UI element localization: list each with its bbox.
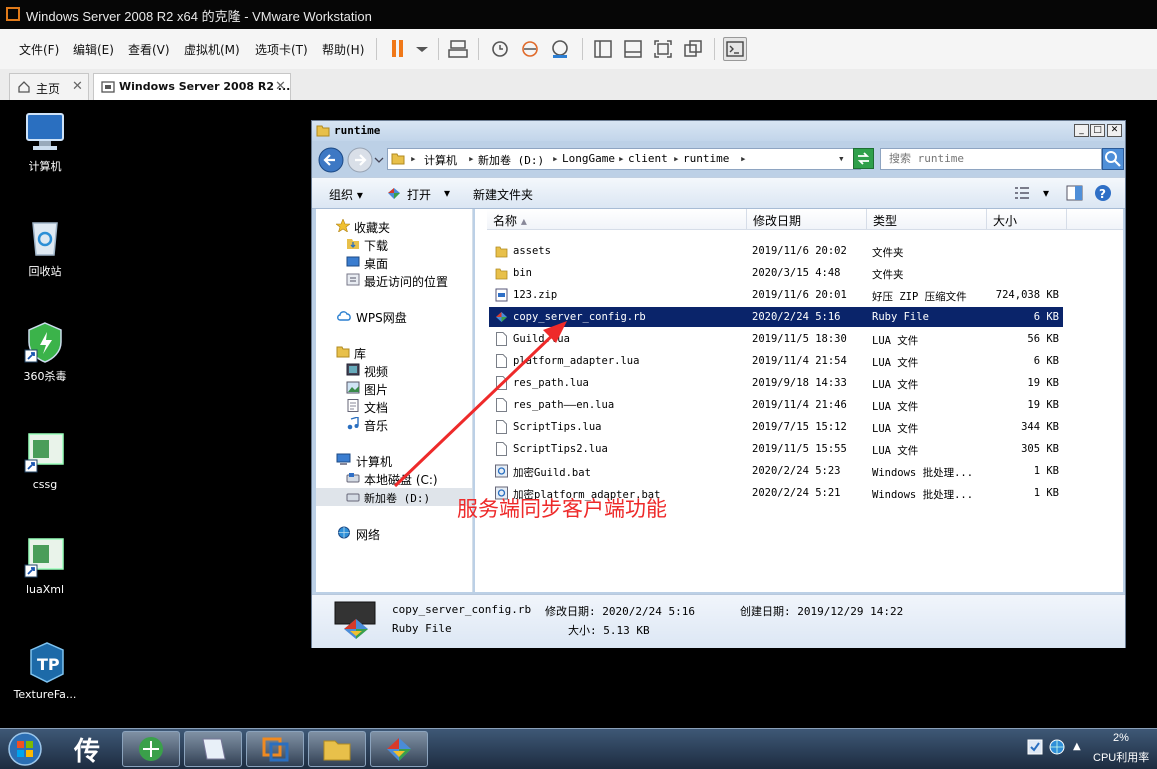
annotation-arrow [393, 321, 567, 488]
ime-indicator[interactable]: 传 [74, 731, 100, 768]
start-button-icon[interactable] [5, 731, 45, 767]
taskbar-ruby[interactable] [370, 731, 428, 767]
taskbar-notepad[interactable] [184, 731, 242, 767]
network-icon[interactable] [1049, 739, 1065, 755]
action-center-icon[interactable] [1027, 739, 1043, 755]
chevron-up-icon[interactable]: ▲ [1073, 741, 1081, 752]
annotation-text: 服务端同步客户端功能 [457, 497, 667, 521]
taskbar-vmware[interactable] [246, 731, 304, 767]
cpu-percent: 2% [1113, 732, 1129, 744]
taskbar-ie[interactable] [122, 731, 180, 767]
taskbar: 传 ▲ 2% CPU利用率 [0, 728, 1157, 769]
cpu-label: CPU利用率 [1093, 752, 1150, 764]
taskbar-explorer[interactable] [308, 731, 366, 767]
